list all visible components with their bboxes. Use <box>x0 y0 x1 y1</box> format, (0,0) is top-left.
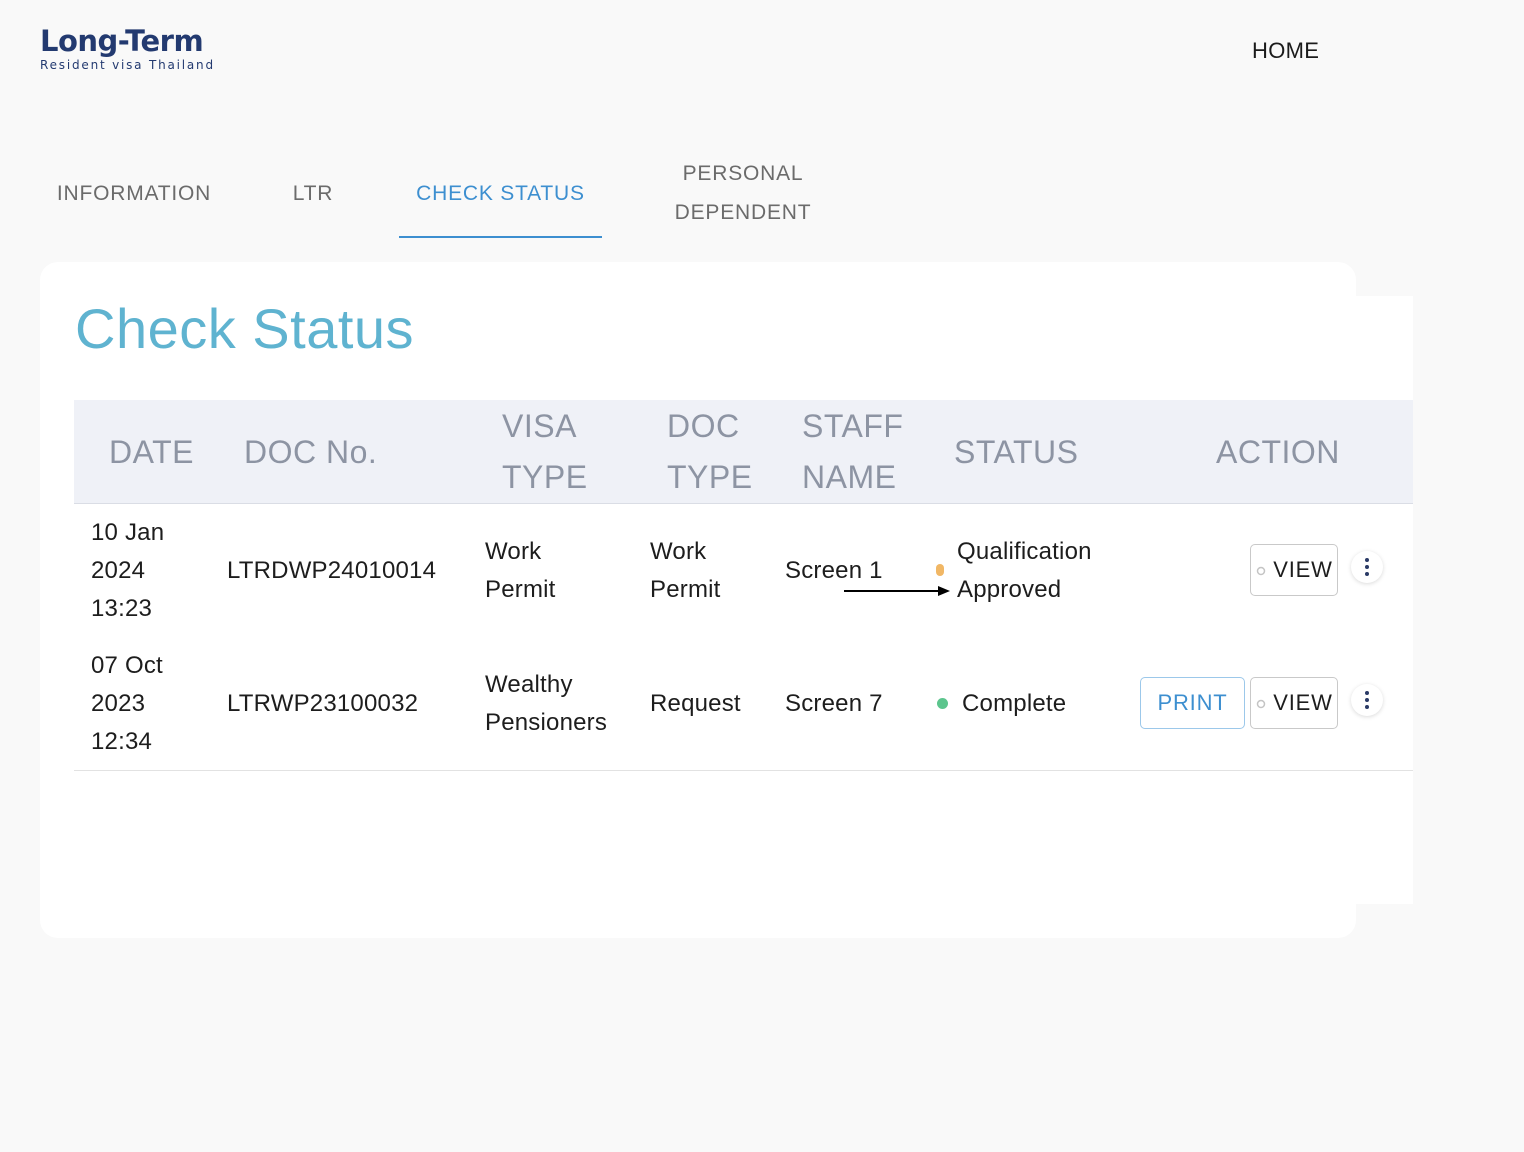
column-header-date: DATE <box>109 433 194 470</box>
view-icon <box>1256 699 1266 709</box>
tab-personal-dependent[interactable]: PERSONAL DEPENDENT <box>652 148 834 238</box>
more-vertical-icon <box>1365 691 1369 709</box>
page-title: Check Status <box>75 297 415 360</box>
column-header-doc-no: DOC No. <box>244 433 378 470</box>
column-header-action: ACTION <box>1216 433 1340 470</box>
logo[interactable]: Long-Term Resident visa Thailand <box>40 24 215 72</box>
arrow-right-icon <box>844 586 950 596</box>
tab-ltr[interactable]: LTR <box>268 148 358 238</box>
more-options-button[interactable] <box>1351 684 1383 716</box>
tab-label-line2: DEPENDENT <box>674 201 812 224</box>
tab-check-status[interactable]: CHECK STATUS <box>399 148 602 238</box>
logo-subtitle: Resident visa Thailand <box>40 58 215 72</box>
home-link[interactable]: HOME <box>1252 38 1319 64</box>
cell-staff-name: Screen 7 <box>785 689 883 717</box>
cell-date: 07 Oct 2023 12:34 <box>91 651 163 755</box>
more-vertical-icon <box>1365 558 1369 576</box>
status-indicator <box>936 564 944 576</box>
print-button[interactable]: PRINT <box>1140 677 1245 729</box>
table-header: DATE DOC No. VISA TYPE DOC TYPE STAFF NAME … <box>74 400 1413 504</box>
column-header-visa-type: VISA TYPE <box>502 408 588 495</box>
status-badge: Complete <box>962 689 1067 717</box>
column-header-status: STATUS <box>954 433 1079 470</box>
cell-date: 10 Jan 2024 13:23 <box>91 518 165 622</box>
logo-title: Long-Term <box>40 24 204 58</box>
status-badge: Qualification Approved <box>957 537 1092 603</box>
cell-doc-no: LTRDWP24010014 <box>227 556 437 584</box>
cell-staff-name: Screen 1 <box>785 556 883 584</box>
column-header-doc-type: DOC TYPE <box>667 408 753 495</box>
status-indicator <box>937 698 948 709</box>
cell-doc-type: Work Permit <box>650 537 721 603</box>
table-row: 10 Jan 2024 13:23 LTRDWP24010014 Work Permi… <box>74 504 1413 638</box>
column-header-staff-name: STAFF NAME <box>802 408 904 495</box>
tab-information[interactable]: INFORMATION <box>40 148 228 238</box>
tab-label-line1: PERSONAL <box>682 162 804 185</box>
cell-doc-type: Request <box>650 689 741 717</box>
table-row: 07 Oct 2023 12:34 LTRWP23100032 Wealthy Pen… <box>74 637 1413 771</box>
view-icon <box>1256 566 1266 576</box>
view-button[interactable]: VIEW <box>1250 544 1338 596</box>
cell-doc-no: LTRWP23100032 <box>227 689 419 717</box>
more-options-button[interactable] <box>1351 551 1383 583</box>
view-button[interactable]: VIEW <box>1250 677 1338 729</box>
cell-visa-type: Work Permit <box>485 537 556 603</box>
cell-visa-type: Wealthy Pensioners <box>485 670 608 736</box>
